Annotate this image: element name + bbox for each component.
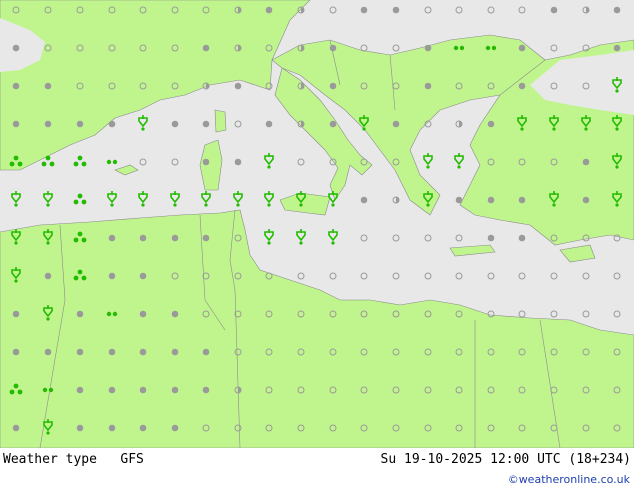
cloudy-dot-symbol xyxy=(139,310,147,318)
cloudy-dot-symbol xyxy=(139,386,147,394)
cloudy-dot-symbol xyxy=(329,44,337,52)
cloudy-dot-symbol xyxy=(171,120,179,128)
cloudy-dot-symbol xyxy=(202,44,210,52)
map-title: Weather type GFS xyxy=(3,452,144,467)
cloudy-dot-symbol xyxy=(12,348,20,356)
cloudy-dot-symbol xyxy=(76,120,84,128)
cloudy-dot-symbol xyxy=(108,348,116,356)
cloudy-dot-symbol xyxy=(108,386,116,394)
cloudy-dot-symbol xyxy=(613,6,621,14)
credit-link[interactable]: ©weatheronline.co.uk xyxy=(508,473,630,486)
cloudy-dot-symbol xyxy=(12,44,20,52)
cloudy-dot-symbol xyxy=(518,196,526,204)
cloudy-dot-symbol xyxy=(108,120,116,128)
cloudy-dot-symbol xyxy=(455,196,463,204)
cloudy-dot-symbol xyxy=(518,234,526,242)
cloudy-dot-symbol xyxy=(12,424,20,432)
cloudy-dot-symbol xyxy=(582,158,590,166)
cloudy-dot-symbol xyxy=(171,386,179,394)
cloudy-dot-symbol xyxy=(202,234,210,242)
cloudy-dot-symbol xyxy=(329,120,337,128)
cloudy-dot-symbol xyxy=(76,348,84,356)
cloudy-dot-symbol xyxy=(234,158,242,166)
valid-time: Su 19-10-2025 12:00 UTC (18+234) xyxy=(380,452,631,467)
cloudy-dot-symbol xyxy=(202,158,210,166)
cloudy-dot-symbol xyxy=(487,120,495,128)
cloudy-dot-symbol xyxy=(44,82,52,90)
weather-map xyxy=(0,0,634,448)
cloudy-dot-symbol xyxy=(518,82,526,90)
cloudy-dot-symbol xyxy=(582,196,590,204)
cloudy-dot-symbol xyxy=(171,424,179,432)
cloudy-dot-symbol xyxy=(76,386,84,394)
cloudy-dot-symbol xyxy=(12,310,20,318)
cloudy-dot-symbol xyxy=(108,272,116,280)
cloudy-dot-symbol xyxy=(487,234,495,242)
cloudy-dot-symbol xyxy=(234,82,242,90)
cloudy-dot-symbol xyxy=(265,120,273,128)
cloudy-dot-symbol xyxy=(550,6,558,14)
cloudy-dot-symbol xyxy=(202,348,210,356)
cloudy-dot-symbol xyxy=(44,272,52,280)
cloudy-dot-symbol xyxy=(139,272,147,280)
cloudy-dot-symbol xyxy=(329,82,337,90)
cloudy-dot-symbol xyxy=(171,348,179,356)
cloudy-dot-symbol xyxy=(392,6,400,14)
cloudy-dot-symbol xyxy=(44,348,52,356)
cloudy-dot-symbol xyxy=(202,386,210,394)
cloudy-dot-symbol xyxy=(518,44,526,52)
cloudy-dot-symbol xyxy=(76,310,84,318)
cloudy-dot-symbol xyxy=(613,44,621,52)
cloudy-dot-symbol xyxy=(392,120,400,128)
cloudy-dot-symbol xyxy=(139,234,147,242)
cloudy-dot-symbol xyxy=(139,348,147,356)
cloudy-dot-symbol xyxy=(76,424,84,432)
cloudy-dot-symbol xyxy=(108,424,116,432)
cloudy-dot-symbol xyxy=(171,310,179,318)
cloudy-dot-symbol xyxy=(487,196,495,204)
cloudy-dot-symbol xyxy=(12,120,20,128)
cloudy-dot-symbol xyxy=(12,82,20,90)
cloudy-dot-symbol xyxy=(108,234,116,242)
cloudy-dot-symbol xyxy=(360,196,368,204)
cloudy-dot-symbol xyxy=(360,6,368,14)
cloudy-dot-symbol xyxy=(44,120,52,128)
cloudy-dot-symbol xyxy=(171,234,179,242)
cloudy-dot-symbol xyxy=(265,6,273,14)
cloudy-dot-symbol xyxy=(139,424,147,432)
cloudy-dot-symbol xyxy=(424,44,432,52)
cloudy-dot-symbol xyxy=(202,120,210,128)
cloudy-dot-symbol xyxy=(424,82,432,90)
